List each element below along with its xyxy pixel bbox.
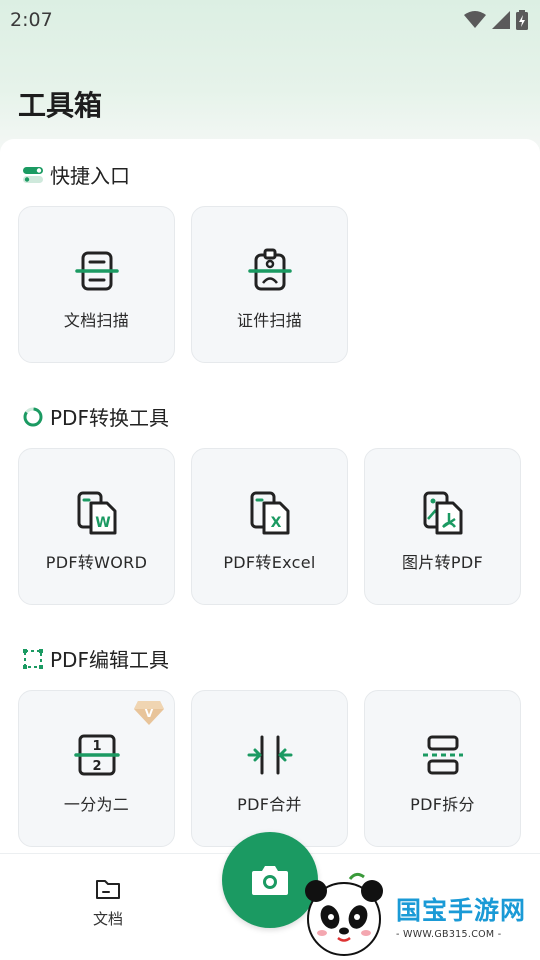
watermark: 国宝手游网 - WWW.GB315.COM - — [300, 870, 540, 960]
folder-icon — [96, 880, 120, 899]
battery-icon — [516, 10, 528, 30]
tool-label: 文档扫描 — [63, 311, 130, 330]
svg-text:2: 2 — [92, 759, 101, 774]
nav-docs[interactable]: 文档 — [78, 878, 138, 938]
tool-pdf-to-excel[interactable]: X PDF转Excel — [191, 448, 348, 605]
pdf-to-excel-icon: X — [250, 491, 289, 535]
toggle-icon — [22, 164, 44, 186]
tool-pdf-merge[interactable]: PDF合并 — [191, 690, 348, 847]
panda-logo-icon — [305, 872, 383, 956]
tool-id-scan[interactable]: 证件扫描 — [191, 206, 348, 363]
tool-label: 证件扫描 — [236, 311, 303, 330]
edit-frame-icon — [22, 648, 44, 670]
vip-badge-label: V — [145, 707, 154, 720]
status-time: 2:07 — [10, 9, 53, 31]
pdf-split-icon — [422, 735, 463, 775]
watermark-url: - WWW.GB315.COM - — [396, 928, 502, 940]
split-in-two-icon: 1 2 — [73, 734, 120, 776]
document-scan-icon — [74, 251, 119, 291]
status-bar: 2:07 — [0, 0, 540, 40]
section-header-edit: PDF编辑工具 — [22, 644, 169, 673]
tool-image-to-pdf[interactable]: 图片转PDF — [364, 448, 521, 605]
section-title: PDF编辑工具 — [50, 648, 169, 672]
signal-icon — [492, 11, 510, 29]
tool-label: PDF转WORD — [45, 553, 148, 572]
tool-pdf-split[interactable]: PDF拆分 — [364, 690, 521, 847]
image-to-pdf-icon — [423, 491, 462, 535]
svg-text:W: W — [95, 515, 110, 531]
wifi-icon — [464, 11, 486, 28]
nav-docs-label: 文档 — [92, 910, 123, 928]
section-title: 快捷入口 — [50, 164, 130, 188]
pdf-to-word-icon: W — [77, 491, 116, 535]
tool-label: PDF合并 — [237, 795, 302, 814]
tool-document-scan[interactable]: 文档扫描 — [18, 206, 175, 363]
id-card-scan-icon — [247, 248, 292, 291]
page-title: 工具箱 — [18, 89, 103, 122]
svg-text:1: 1 — [92, 739, 101, 754]
section-header-convert: PDF转换工具 — [22, 402, 169, 431]
camera-icon — [252, 866, 288, 895]
tool-label: PDF转Excel — [223, 553, 316, 572]
tool-pdf-to-word[interactable]: W PDF转WORD — [18, 448, 175, 605]
tool-label: 图片转PDF — [402, 553, 483, 572]
watermark-brand: 国宝手游网 — [396, 895, 527, 925]
status-icons — [464, 10, 528, 30]
tool-label: PDF拆分 — [410, 795, 475, 814]
vip-badge-icon: V — [134, 701, 164, 725]
convert-ring-icon — [22, 406, 44, 428]
section-header-shortcuts: 快捷入口 — [22, 160, 130, 189]
pdf-merge-icon — [247, 735, 292, 775]
section-title: PDF转换工具 — [50, 406, 169, 430]
tool-split-in-two[interactable]: V 1 2 一分为二 — [18, 690, 175, 847]
svg-text:X: X — [270, 515, 281, 531]
tool-label: 一分为二 — [63, 795, 130, 814]
